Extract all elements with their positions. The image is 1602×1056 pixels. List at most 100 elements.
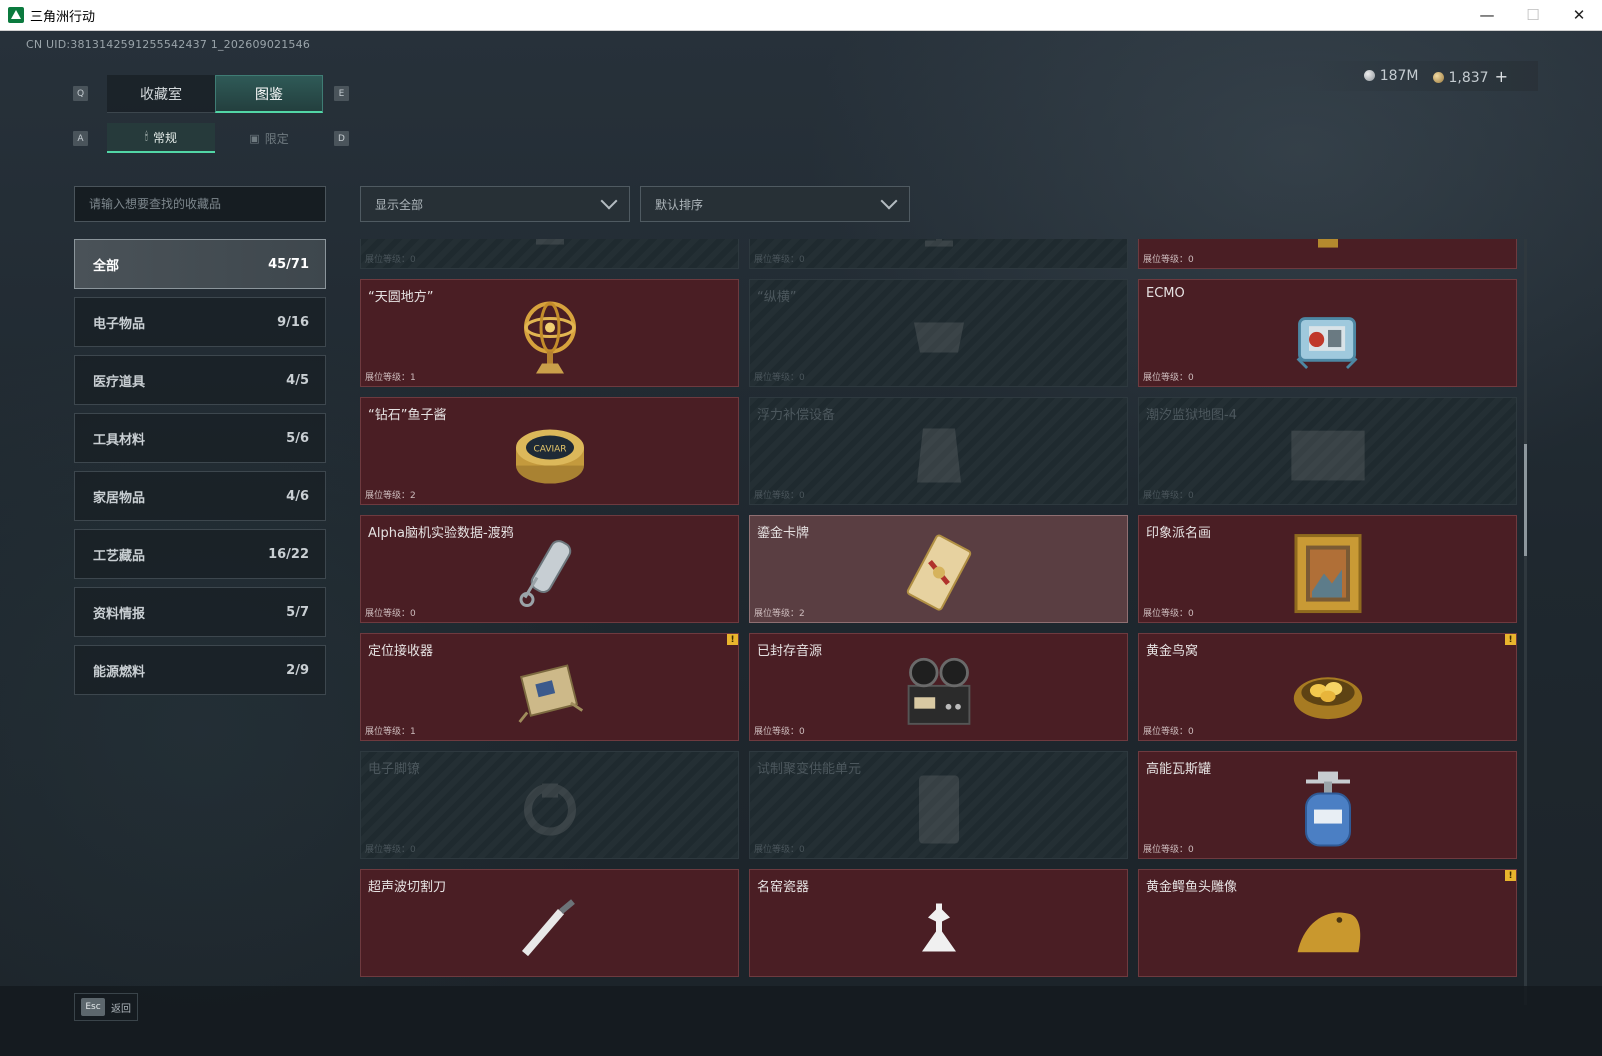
subtab-regular[interactable]: 🕯 常规 bbox=[107, 123, 215, 153]
subtab-regular-label: 常规 bbox=[153, 130, 178, 145]
card-name: 定位接收器 bbox=[368, 644, 434, 659]
card-name: 浮力补偿设备 bbox=[757, 408, 836, 423]
card-level-label: 展位等级： bbox=[754, 845, 800, 855]
scrollbar-thumb[interactable] bbox=[1524, 444, 1527, 556]
collection-card[interactable]: 浮力补偿设备 展位等级：0 bbox=[749, 397, 1128, 505]
grid-scrollbar[interactable] bbox=[1524, 239, 1527, 1005]
collection-card[interactable]: 黄金鸟窝 展位等级：0! bbox=[1138, 633, 1517, 741]
collection-card[interactable]: 黄金鳄鱼头雕像! bbox=[1138, 869, 1517, 977]
esc-key-hint: Esc bbox=[81, 998, 105, 1016]
card-level: 展位等级：0 bbox=[365, 606, 416, 619]
currency-bar: 187M 1,837 + bbox=[1304, 61, 1538, 91]
app-logo-icon bbox=[8, 7, 24, 23]
silver-coin-icon bbox=[1363, 70, 1375, 81]
caviar-tin-icon: CAVIAR bbox=[512, 418, 588, 494]
search-input[interactable] bbox=[74, 186, 326, 222]
category-item[interactable]: 电子物品 9/16 bbox=[74, 297, 326, 347]
collection-grid-viewport[interactable]: 展位等级：0 展位等级：0 展位等级：0 “天圆地方” 展位等级：1 “纵横” 展位等级：0… bbox=[360, 239, 1520, 1005]
alert-badge-icon: ! bbox=[727, 634, 738, 645]
subtab-limited[interactable]: ▣ 限定 bbox=[215, 123, 323, 153]
close-button[interactable]: ✕ bbox=[1556, 0, 1602, 31]
card-name: 电子脚镣 bbox=[368, 762, 421, 777]
card-level-label: 展位等级： bbox=[1143, 727, 1189, 737]
collection-card[interactable]: Alpha脑机实验数据-渡鸦 展位等级：0 bbox=[360, 515, 739, 623]
card-name: 黄金鳄鱼头雕像 bbox=[1146, 880, 1238, 895]
collection-card[interactable]: 鎏金卡牌 展位等级：2 bbox=[749, 515, 1128, 623]
minimize-button[interactable]: — bbox=[1464, 0, 1510, 31]
tab-codex[interactable]: 图鉴 bbox=[215, 75, 323, 113]
card-level-value: 2 bbox=[799, 609, 805, 619]
card-level-value: 1 bbox=[410, 727, 416, 737]
card-level-value: 1 bbox=[410, 373, 416, 383]
back-label: 返回 bbox=[111, 1003, 131, 1015]
card-name: “纵横” bbox=[757, 290, 797, 305]
collection-card[interactable]: 展位等级：0 bbox=[1138, 239, 1517, 269]
card-name: “钻石”鱼子酱 bbox=[368, 408, 447, 423]
card-name: 印象派名画 bbox=[1146, 526, 1212, 541]
card-name: 名窑瓷器 bbox=[757, 880, 810, 895]
window-controls: — ☐ ✕ bbox=[1464, 0, 1602, 31]
collection-card[interactable]: 试制聚变供能单元 展位等级：0 bbox=[749, 751, 1128, 859]
collection-card[interactable]: 潮汐监狱地图-4 展位等级：0 bbox=[1138, 397, 1517, 505]
category-label: 能源燃料 bbox=[93, 664, 146, 680]
card-level-label: 展位等级： bbox=[754, 727, 800, 737]
collection-card[interactable]: 定位接收器 展位等级：1! bbox=[360, 633, 739, 741]
globe-lamp-icon bbox=[901, 239, 977, 258]
category-count: 45/71 bbox=[268, 256, 309, 272]
collection-card[interactable]: “纵横” 展位等级：0 bbox=[749, 279, 1128, 387]
category-count: 5/6 bbox=[286, 430, 309, 446]
subtab-limited-label: 限定 bbox=[264, 131, 289, 146]
category-item[interactable]: 医疗道具 4/5 bbox=[74, 355, 326, 405]
category-item[interactable]: 全部 45/71 bbox=[74, 239, 326, 289]
collection-card[interactable]: 展位等级：0 bbox=[360, 239, 739, 269]
filter-dropdown-value: 显示全部 bbox=[375, 197, 424, 212]
card-level-label: 展位等级： bbox=[1143, 845, 1189, 855]
maximize-button[interactable]: ☐ bbox=[1510, 0, 1556, 31]
card-level-value: 0 bbox=[1188, 609, 1194, 619]
card-level-label: 展位等级： bbox=[754, 491, 800, 501]
collection-card[interactable]: 印象派名画 展位等级：0 bbox=[1138, 515, 1517, 623]
gold-coin-icon bbox=[1432, 71, 1444, 83]
filter-dropdown[interactable]: 显示全部 bbox=[360, 186, 630, 222]
sort-dropdown[interactable]: 默认排序 bbox=[640, 186, 910, 222]
gps-receiver-icon bbox=[512, 654, 588, 730]
collection-card[interactable]: 高能瓦斯罐 展位等级：0 bbox=[1138, 751, 1517, 859]
card-level: 展位等级：0 bbox=[754, 488, 805, 501]
collection-card[interactable]: 超声波切割刀 bbox=[360, 869, 739, 977]
category-label: 医疗道具 bbox=[93, 374, 146, 390]
category-item[interactable]: 资料情报 5/7 bbox=[74, 587, 326, 637]
card-level: 展位等级：2 bbox=[754, 606, 805, 619]
collection-card[interactable]: 电子脚镣 展位等级：0 bbox=[360, 751, 739, 859]
bottle-icon: 🕯 bbox=[144, 130, 149, 143]
collection-card[interactable]: “钻石”鱼子酱 CAVIAR 展位等级：2 bbox=[360, 397, 739, 505]
tab-collection-room[interactable]: 收藏室 bbox=[107, 75, 215, 113]
back-button[interactable]: Esc 返回 bbox=[74, 993, 138, 1021]
card-level-value: 0 bbox=[1188, 255, 1194, 265]
collection-card[interactable]: “天圆地方” 展位等级：1 bbox=[360, 279, 739, 387]
picture-icon: ▣ bbox=[249, 131, 260, 145]
category-item[interactable]: 家居物品 4/6 bbox=[74, 471, 326, 521]
alert-badge-icon: ! bbox=[1505, 634, 1516, 645]
collection-card[interactable]: 展位等级：0 bbox=[749, 239, 1128, 269]
card-name: 超声波切割刀 bbox=[368, 880, 447, 895]
card-level-label: 展位等级： bbox=[754, 255, 800, 265]
add-currency-button[interactable]: + bbox=[1495, 67, 1508, 86]
framed-painting-icon bbox=[1290, 534, 1366, 614]
data-capsule-icon bbox=[512, 536, 588, 612]
card-name: 试制聚变供能单元 bbox=[757, 762, 862, 777]
category-item[interactable]: 能源燃料 2/9 bbox=[74, 645, 326, 695]
category-item[interactable]: 工艺藏品 16/22 bbox=[74, 529, 326, 579]
card-level: 展位等级：0 bbox=[365, 252, 416, 265]
collection-card[interactable]: 名窑瓷器 bbox=[749, 869, 1128, 977]
card-level-value: 0 bbox=[799, 491, 805, 501]
collection-card[interactable]: 已封存音源 展位等级：0 bbox=[749, 633, 1128, 741]
card-level: 展位等级：2 bbox=[365, 488, 416, 501]
porcelain-icon bbox=[901, 890, 977, 966]
category-count: 5/7 bbox=[286, 604, 309, 620]
card-level-value: 0 bbox=[410, 609, 416, 619]
fusion-cell-icon bbox=[901, 772, 977, 848]
card-level-label: 展位等级： bbox=[365, 609, 411, 619]
card-name: Alpha脑机实验数据-渡鸦 bbox=[368, 526, 514, 541]
collection-card[interactable]: ECMO 展位等级：0 bbox=[1138, 279, 1517, 387]
category-item[interactable]: 工具材料 5/6 bbox=[74, 413, 326, 463]
